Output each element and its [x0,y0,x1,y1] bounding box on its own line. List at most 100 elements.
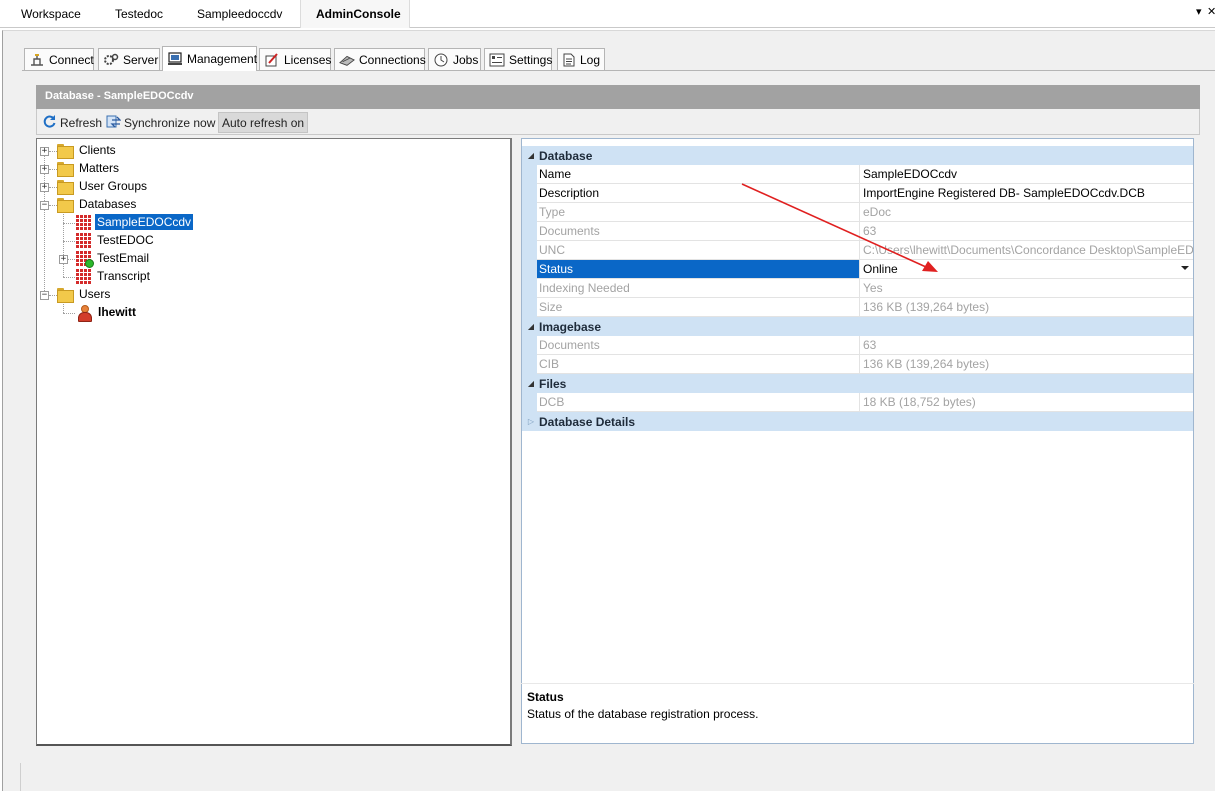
doc-tab-adminconsole[interactable]: AdminConsole [316,7,401,21]
navigation-tree: + Clients + Matters + User Groups − Data… [36,138,512,746]
tab-log[interactable]: Log [557,48,605,70]
property-value: eDoc [860,203,1193,222]
green-status-icon [85,258,94,268]
category-label: Database [539,148,593,163]
tree-connector [63,277,75,278]
tree-item-label: SampleEDOCcdv [95,214,194,230]
tree-item-testedoc[interactable]: TestEDOC [76,231,156,249]
property-help-panel: Status Status of the database registrati… [521,683,1194,744]
row-gutter [522,241,537,260]
folder-open-icon [57,197,74,213]
property-row-type: Type eDoc [522,203,1193,222]
property-value: Yes [860,279,1193,298]
doc-tab-testedoc[interactable]: Testedoc [115,7,163,21]
tab-jobs[interactable]: Jobs [428,48,481,70]
category-database-details[interactable]: ▷ Database Details [522,412,1193,431]
row-gutter [522,298,537,317]
refresh-button[interactable]: Refresh [42,113,102,132]
tree-connector [49,205,57,206]
close-icon[interactable]: ✕ [1207,5,1215,18]
tree-item-user-groups[interactable]: User Groups [57,177,149,195]
panel-splitter[interactable] [512,138,520,746]
tree-connector [63,304,64,313]
tree-item-transcript[interactable]: Transcript [76,267,152,285]
tree-item-label: Users [79,287,111,301]
row-gutter [522,279,537,298]
tree-item-label: Databases [79,197,137,211]
synchronize-now-button[interactable]: Synchronize now [106,113,215,132]
collapse-databases-toggle[interactable]: − [40,201,49,210]
tab-connect[interactable]: Connect [24,48,94,70]
tree-connector [63,223,75,224]
collapse-triangle-icon: ◢ [527,151,535,160]
property-row-status[interactable]: Status Online [522,260,1193,279]
tree-item-label: TestEDOC [97,233,154,247]
status-dropdown-value: Online [863,262,898,276]
tree-connector [49,151,57,152]
property-value[interactable]: SampleEDOCcdv [860,165,1193,184]
property-row-name[interactable]: Name SampleEDOCcdv [522,165,1193,184]
tab-list-dropdown-icon[interactable]: ▾ [1196,5,1202,18]
row-gutter [522,165,537,184]
tree-connector [49,169,57,170]
row-gutter [522,184,537,203]
tree-item-testemail[interactable]: TestEmail [76,249,151,268]
category-database[interactable]: ◢ Database [522,146,1193,165]
expand-clients-toggle[interactable]: + [40,147,49,156]
dropdown-arrow-icon[interactable] [1181,266,1189,270]
tree-item-databases[interactable]: Databases [57,195,138,213]
tab-label: Connections [359,52,426,67]
category-imagebase[interactable]: ◢ Imagebase [522,317,1193,336]
property-value[interactable]: ImportEngine Registered DB- SampleEDOCcd… [860,184,1193,203]
tab-management[interactable]: Management [162,46,257,71]
property-value: 18 KB (18,752 bytes) [860,393,1193,412]
expand-triangle-icon: ▷ [527,417,535,426]
tree-item-label: User Groups [79,179,148,193]
tab-connections[interactable]: Connections [334,48,426,70]
property-name: CIB [537,355,860,374]
auto-refresh-toggle[interactable]: Auto refresh on [218,112,309,133]
property-name: UNC [537,241,860,260]
property-name: DCB [537,393,860,412]
tab-label: Jobs [453,52,479,67]
tree-item-lhewitt[interactable]: lhewitt [77,303,138,322]
page-title: Database - SampleEDOCcdv [36,85,1200,109]
collapse-users-toggle[interactable]: − [40,291,49,300]
log-icon [562,53,576,67]
tree-item-matters[interactable]: Matters [57,159,121,177]
tree-connector [63,241,75,242]
tab-server[interactable]: Server [98,48,160,70]
management-icon [167,52,183,66]
property-value: C:\Users\lhewitt\Documents\Concordance D… [860,241,1193,260]
category-files[interactable]: ◢ Files [522,374,1193,393]
property-row-description[interactable]: Description ImportEngine Registered DB- … [522,184,1193,203]
property-value: 63 [860,336,1193,355]
status-dropdown[interactable]: Online [860,260,1193,279]
property-value: 63 [860,222,1193,241]
tree-item-sampleedoccdv[interactable]: SampleEDOCcdv [76,213,194,231]
synchronize-label: Synchronize now [124,115,216,130]
database-icon [76,214,92,230]
expand-matters-toggle[interactable]: + [40,165,49,174]
tree-item-clients[interactable]: Clients [57,141,118,159]
expand-testemail-toggle[interactable]: + [59,255,68,264]
tree-item-label: TestEmail [97,251,150,265]
connections-icon [339,53,355,67]
auto-refresh-label: Auto refresh on [222,115,305,130]
property-row-documents: Documents 63 [522,222,1193,241]
tree-connector [49,295,57,296]
property-row-unc: UNC C:\Users\lhewitt\Documents\Concordan… [522,241,1193,260]
tree-item-label: lhewitt [98,305,136,319]
tab-licenses[interactable]: Licenses [259,48,331,70]
expand-user-groups-toggle[interactable]: + [40,183,49,192]
property-row-dcb: DCB 18 KB (18,752 bytes) [522,393,1193,412]
folder-icon [57,161,74,177]
tree-item-users[interactable]: Users [57,285,112,303]
tab-settings[interactable]: Settings [484,48,552,70]
doc-tab-sampleedoccdv[interactable]: Sampleedoccdv [197,7,282,21]
row-gutter [522,203,537,222]
property-name: Status [537,260,860,279]
status-strip [20,763,1215,791]
property-grid: ◢ Database Name SampleEDOCcdv Descriptio… [521,138,1194,744]
doc-tab-workspace[interactable]: Workspace [21,7,81,21]
